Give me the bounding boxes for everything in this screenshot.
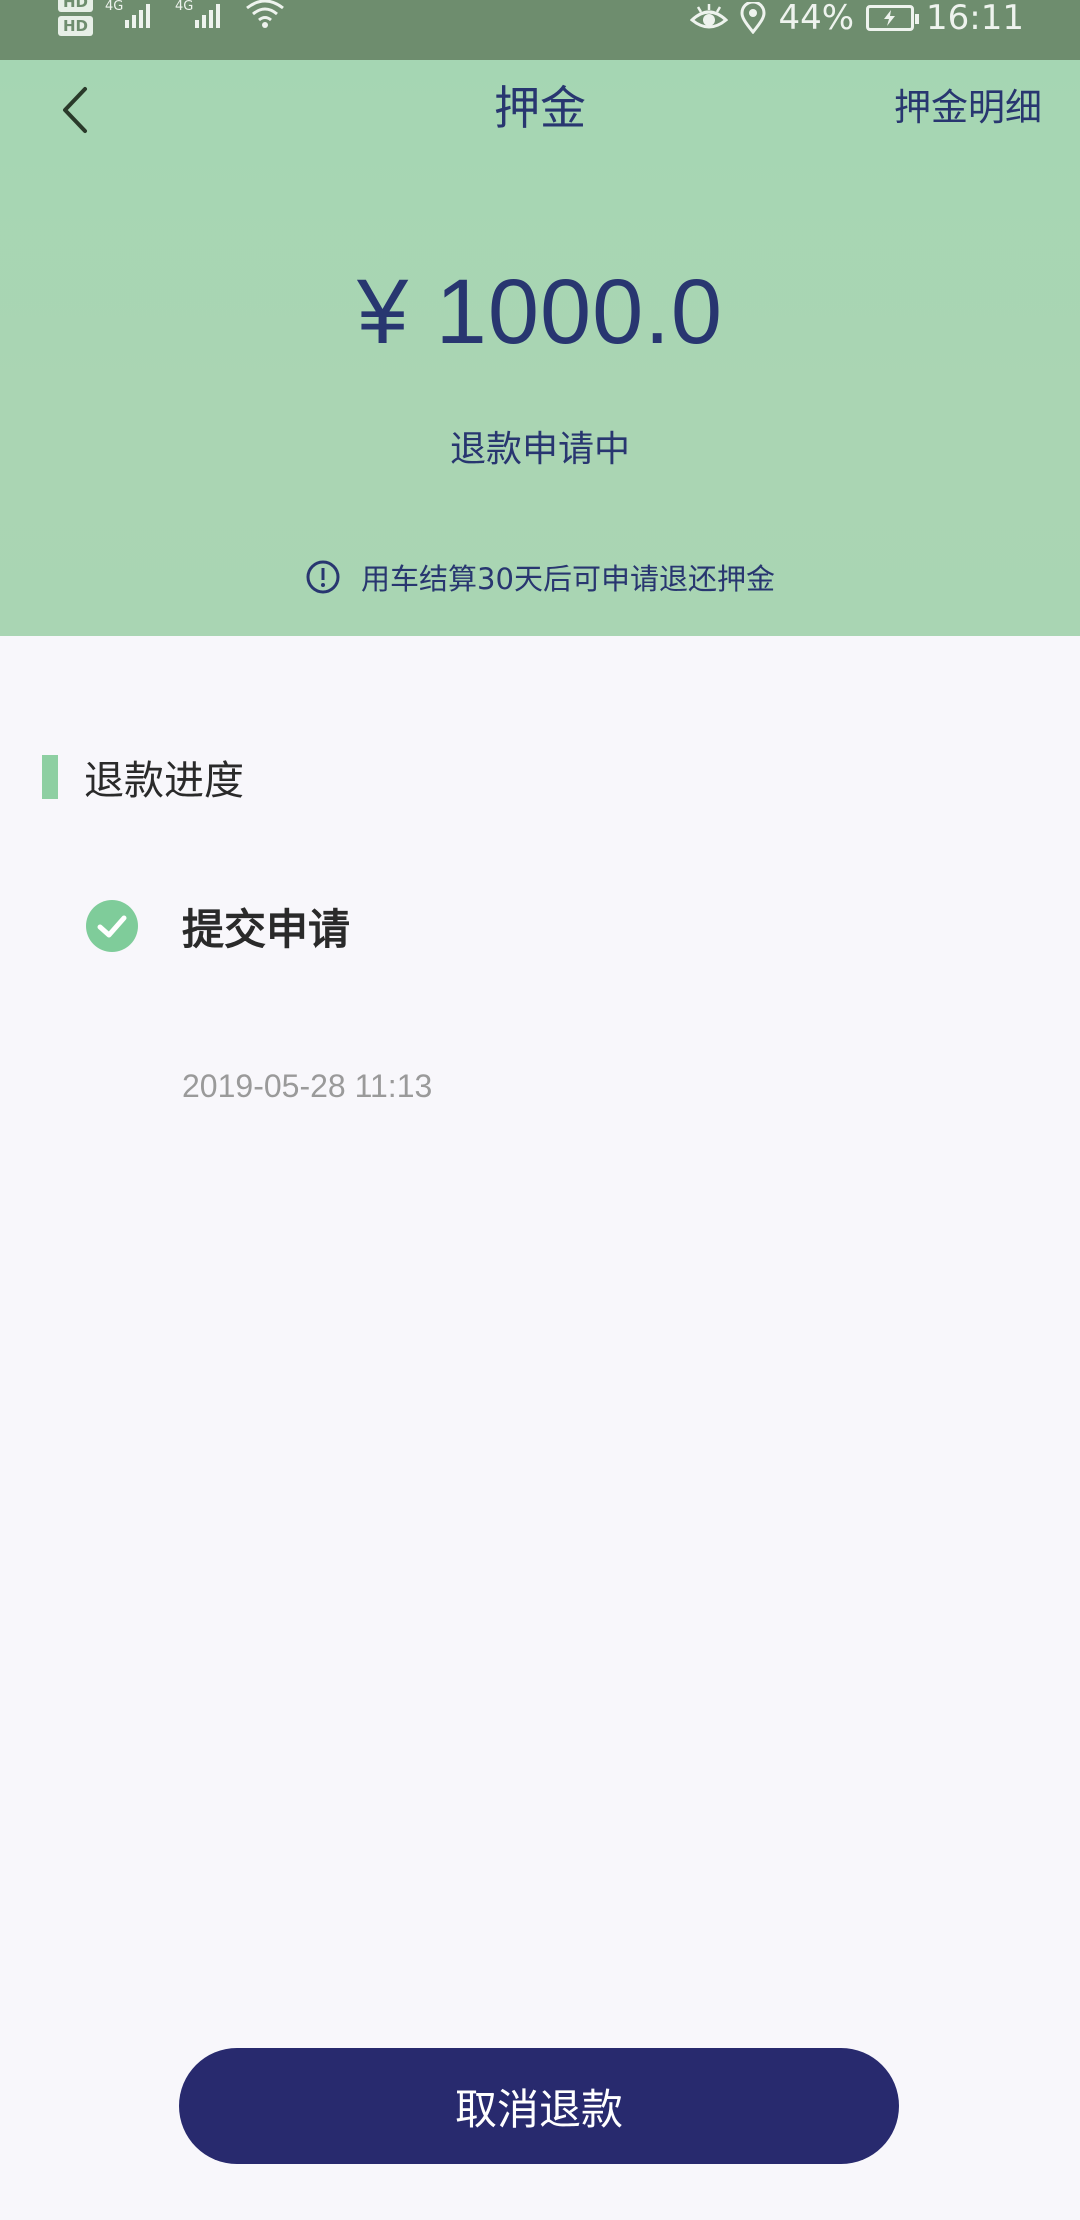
location-icon (740, 2, 766, 34)
wifi-icon (246, 0, 284, 28)
status-right: 44% 16:11 (690, 0, 1024, 38)
deposit-detail-link[interactable]: 押金明细 (894, 68, 1042, 148)
signal-icon-2: 4G (175, 0, 221, 28)
hd-badge-1: HD (58, 0, 94, 12)
refund-notice: 用车结算30天后可申请退还押金 (0, 556, 1080, 598)
status-bar: HD HD 4G 4G 44% 16:11 (0, 0, 1080, 60)
status-left: HD HD 4G 4G (58, 0, 287, 60)
signal-icon: 4G (105, 0, 151, 28)
deposit-header: 押金 押金明细 ¥ 1000.0 退款申请中 用车结算30天后可申请退还押金 (0, 60, 1080, 636)
deposit-amount: ¥ 1000.0 (356, 261, 724, 363)
hd-badge-2: HD (58, 16, 94, 36)
step-label: 提交申请 (182, 904, 351, 954)
progress-title: 退款进度 (84, 758, 244, 804)
step-time: 2019-05-28 11:13 (182, 1068, 433, 1104)
battery-icon (866, 5, 920, 31)
eye-icon (690, 4, 729, 29)
check-circle-icon (86, 900, 138, 952)
section-accent-bar (42, 755, 58, 799)
svg-text:4G: 4G (175, 0, 193, 14)
svg-text:4G: 4G (105, 0, 123, 14)
notice-text: 用车结算30天后可申请退还押金 (361, 562, 775, 596)
refund-status: 退款申请中 (449, 429, 630, 470)
info-icon (306, 560, 340, 594)
hd-indicators: HD HD (58, 0, 94, 36)
clock: 16:11 (926, 0, 1024, 38)
cancel-refund-button[interactable]: 取消退款 (179, 2048, 899, 2164)
progress-step: 提交申请 (86, 896, 350, 956)
progress-section-header: 退款进度 (42, 752, 244, 804)
battery-percent: 44% (778, 0, 855, 38)
